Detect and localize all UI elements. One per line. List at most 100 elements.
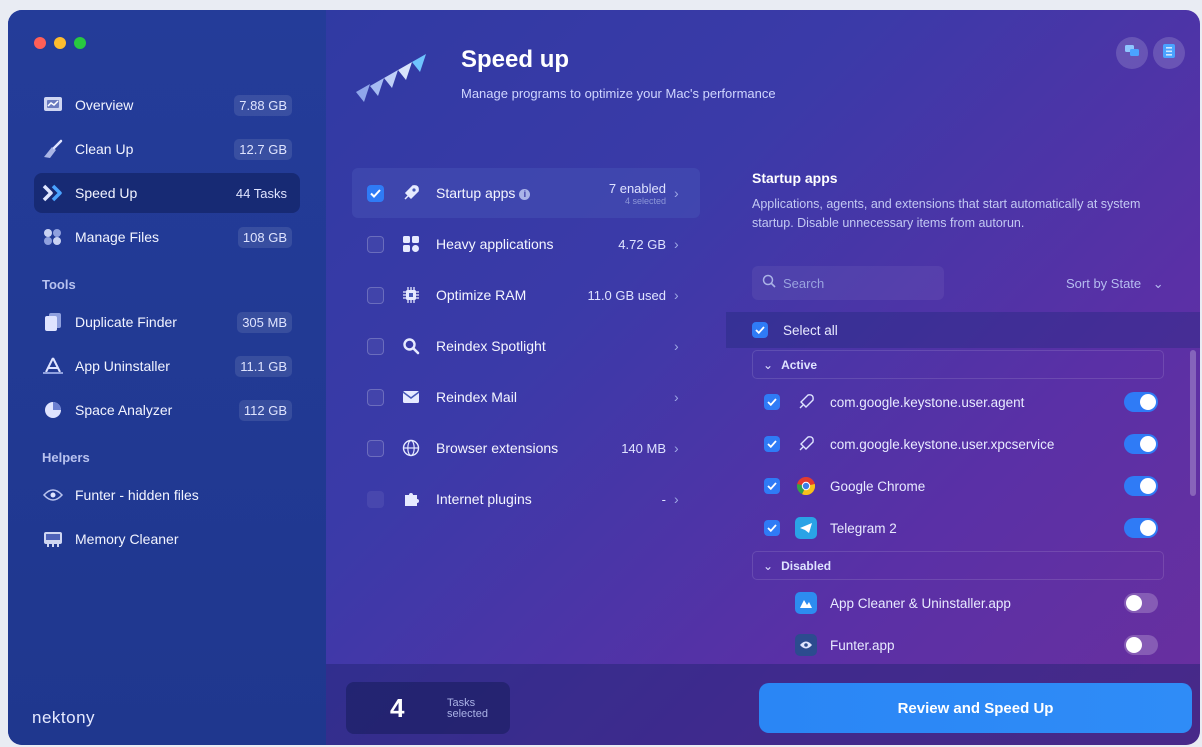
app-window: Overview 7.88 GB Clean Up 12.7 GB Speed … xyxy=(8,10,1200,745)
detail-title: Startup apps xyxy=(752,170,838,186)
speed-up-hero-icon xyxy=(354,50,436,110)
task-internet-plugins[interactable]: Internet plugins - › xyxy=(352,474,700,524)
search-icon xyxy=(762,274,776,293)
task-checkbox[interactable] xyxy=(367,439,384,457)
item-checkbox[interactable] xyxy=(764,478,780,494)
task-heavy-applications[interactable]: Heavy applications 4.72 GB › xyxy=(352,219,700,269)
sidebar-item-label: Overview xyxy=(75,97,134,113)
startup-item: com.google.keystone.user.xpcservice xyxy=(752,423,1164,465)
size-badge: 112 GB xyxy=(238,399,292,421)
chat-bubbles-icon xyxy=(1124,44,1140,63)
page-title: Speed up xyxy=(461,46,570,73)
globe-icon xyxy=(400,437,422,459)
sidebar-item-funter[interactable]: Funter - hidden files xyxy=(34,475,300,515)
item-toggle[interactable] xyxy=(1124,518,1158,538)
logs-button[interactable] xyxy=(1153,37,1185,69)
app-cleaner-icon xyxy=(795,592,817,614)
sidebar-item-space-analyzer[interactable]: Space Analyzer 112 GB xyxy=(34,390,300,430)
rocket-icon xyxy=(795,433,817,455)
task-label: Heavy applications xyxy=(436,236,554,252)
item-checkbox[interactable] xyxy=(764,520,780,536)
zoom-window-button[interactable] xyxy=(74,37,86,49)
sidebar-item-speed-up[interactable]: Speed Up 44 Tasks xyxy=(34,173,300,213)
task-value: 140 MB xyxy=(621,440,666,456)
memory-icon xyxy=(42,528,64,550)
sidebar-item-duplicate-finder[interactable]: Duplicate Finder 305 MB xyxy=(34,302,300,342)
startup-item: Telegram 2 xyxy=(752,507,1164,549)
search-input[interactable]: Search xyxy=(752,266,944,300)
group-header-disabled[interactable]: ⌄ Disabled xyxy=(752,551,1164,580)
nektony-logo: nektony xyxy=(32,708,96,727)
search-icon xyxy=(400,335,422,357)
sort-dropdown[interactable]: Sort by State ⌄ xyxy=(1066,276,1164,292)
task-label: Reindex Spotlight xyxy=(436,338,546,354)
item-name: Google Chrome xyxy=(830,478,926,494)
startup-item: Funter.app xyxy=(752,624,1164,666)
task-label: Internet plugins xyxy=(436,491,532,507)
task-value: 4.72 GB xyxy=(618,236,666,252)
startup-item: Google Chrome xyxy=(752,465,1164,507)
task-label: Optimize RAM xyxy=(436,287,527,303)
task-browser-extensions[interactable]: Browser extensions 140 MB › xyxy=(352,423,700,473)
item-toggle[interactable] xyxy=(1124,593,1158,613)
task-checkbox[interactable] xyxy=(367,337,384,355)
startup-item: App Cleaner & Uninstaller.app xyxy=(752,582,1164,624)
item-toggle[interactable] xyxy=(1124,635,1158,655)
task-startup-apps[interactable]: Startup apps i 7 enabled 4 selected › xyxy=(352,168,700,218)
uninstaller-icon xyxy=(42,355,64,377)
review-and-speed-up-button[interactable]: Review and Speed Up xyxy=(759,683,1192,733)
info-icon[interactable]: i xyxy=(519,189,531,200)
rocket-icon xyxy=(400,182,422,204)
group-header-active[interactable]: ⌄ Active xyxy=(752,350,1164,379)
task-checkbox[interactable] xyxy=(367,388,384,406)
chrome-icon xyxy=(795,475,817,497)
task-checkbox[interactable] xyxy=(367,235,384,253)
chevron-right-icon: › xyxy=(674,338,679,354)
sidebar-item-label: Funter - hidden files xyxy=(75,487,199,503)
detail-description: Applications, agents, and extensions tha… xyxy=(752,197,1141,230)
select-all-row[interactable]: Select all xyxy=(726,312,1200,348)
sidebar-item-memory-cleaner[interactable]: Memory Cleaner xyxy=(34,519,300,559)
chip-icon xyxy=(400,284,422,306)
size-badge: 11.1 GB xyxy=(235,355,292,377)
chevron-right-icon: › xyxy=(674,491,679,507)
task-reindex-mail[interactable]: Reindex Mail › xyxy=(352,372,700,422)
task-label: Startup apps xyxy=(436,185,516,201)
item-toggle[interactable] xyxy=(1124,476,1158,496)
task-checkbox[interactable] xyxy=(367,184,384,202)
task-value: - xyxy=(661,491,666,507)
sidebar-item-clean-up[interactable]: Clean Up 12.7 GB xyxy=(34,129,300,169)
minimize-window-button[interactable] xyxy=(54,37,66,49)
chevron-right-icon: › xyxy=(674,185,679,201)
sidebar-item-label: App Uninstaller xyxy=(75,358,170,374)
sidebar: Overview 7.88 GB Clean Up 12.7 GB Speed … xyxy=(8,10,326,745)
feedback-button[interactable] xyxy=(1116,37,1148,69)
item-checkbox[interactable] xyxy=(764,436,780,452)
item-checkbox[interactable] xyxy=(764,394,780,410)
item-toggle[interactable] xyxy=(1124,434,1158,454)
sidebar-item-app-uninstaller[interactable]: App Uninstaller 11.1 GB xyxy=(34,346,300,386)
select-all-checkbox[interactable] xyxy=(752,322,768,338)
overview-icon xyxy=(42,94,64,116)
item-checkbox[interactable] xyxy=(764,595,780,611)
document-icon xyxy=(1162,43,1176,64)
sidebar-item-label: Memory Cleaner xyxy=(75,531,179,547)
selected-count: 4 xyxy=(390,693,405,723)
task-reindex-spotlight[interactable]: Reindex Spotlight › xyxy=(352,321,700,371)
sidebar-item-label: Clean Up xyxy=(75,141,134,157)
close-window-button[interactable] xyxy=(34,37,46,49)
duplicate-icon xyxy=(42,311,64,333)
sidebar-item-overview[interactable]: Overview 7.88 GB xyxy=(34,85,300,125)
eye-icon xyxy=(42,484,64,506)
group-label: Active xyxy=(781,357,818,372)
item-checkbox[interactable] xyxy=(764,637,780,653)
scrollbar[interactable] xyxy=(1190,350,1196,496)
task-optimize-ram[interactable]: Optimize RAM 11.0 GB used › xyxy=(352,270,700,320)
sidebar-item-manage-files[interactable]: Manage Files 108 GB xyxy=(34,217,300,257)
item-toggle[interactable] xyxy=(1124,392,1158,412)
pie-chart-icon xyxy=(42,399,64,421)
task-label: Reindex Mail xyxy=(436,389,517,405)
task-checkbox[interactable] xyxy=(367,286,384,304)
page-subtitle: Manage programs to optimize your Mac's p… xyxy=(461,86,776,101)
chevron-down-icon: ⌄ xyxy=(763,357,774,372)
